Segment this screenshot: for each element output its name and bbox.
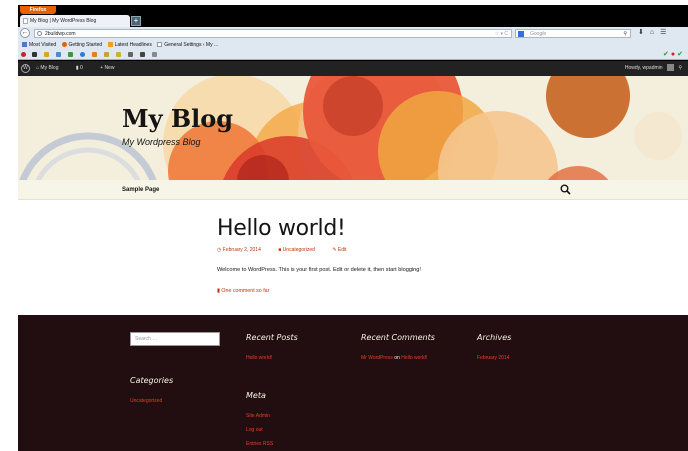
- options-icon[interactable]: [152, 52, 157, 57]
- meta-entries-rss-link[interactable]: Entries RSS: [246, 441, 273, 447]
- comment-post-link[interactable]: Hello world!: [401, 355, 427, 361]
- post-meta: ◷ February 2, 2014 ■ Uncategorized ✎ Edi…: [217, 247, 517, 253]
- bookmark-most-visited[interactable]: Most Visited: [22, 42, 56, 48]
- status-ok-icon: ✔●✔: [663, 51, 685, 58]
- block-icon[interactable]: [21, 52, 26, 57]
- back-button[interactable]: ←: [20, 28, 30, 38]
- bookmark-general-settings[interactable]: General Settings ‹ My ...: [157, 42, 218, 48]
- recent-post-link[interactable]: Hello world!: [246, 355, 272, 361]
- new-tab-button[interactable]: +: [131, 16, 141, 26]
- menu-item-sample-page[interactable]: Sample Page: [122, 180, 159, 200]
- admin-search-icon[interactable]: ⚲: [678, 65, 682, 71]
- pencil-icon[interactable]: [44, 52, 49, 57]
- recent-comment: Mr WordPress on Hello world!: [361, 355, 427, 361]
- page-icon: [23, 18, 28, 24]
- footer-search-input[interactable]: Search …: [130, 332, 220, 346]
- bookmark-latest-headlines[interactable]: Latest Headlines: [107, 42, 152, 48]
- widget-title-meta: Meta: [246, 391, 266, 400]
- widget-title-recent-comments: Recent Comments: [361, 333, 435, 342]
- navigation-bar: ← 2buildwp.com ☆ ▾ C Google ⚲ ⬇⌂☰: [18, 27, 688, 40]
- admin-site-link[interactable]: ⌂ My Blog: [36, 65, 66, 71]
- tab-title: My Blog | My WordPress Blog: [30, 18, 97, 24]
- tools-icon[interactable]: [92, 52, 97, 57]
- admin-account[interactable]: Howdy, wpadmin ⚲: [625, 61, 682, 76]
- post-content: Welcome to WordPress. This is your first…: [217, 267, 421, 273]
- post-title[interactable]: Hello world!: [217, 216, 517, 241]
- search-input[interactable]: Google ⚲: [515, 29, 631, 38]
- archive-link[interactable]: February 2014: [477, 355, 510, 361]
- widget-title-archives: Archives: [477, 333, 512, 342]
- browser-tab[interactable]: My Blog | My WordPress Blog: [20, 15, 130, 27]
- admin-new-link[interactable]: + New: [100, 65, 122, 71]
- comment-author-link[interactable]: Mr WordPress: [361, 355, 393, 361]
- avatar: [666, 64, 674, 72]
- wrench-icon[interactable]: [128, 52, 133, 57]
- site-header: My Blog My Wordpress Blog: [18, 76, 688, 180]
- widget-title-recent-posts: Recent Posts: [246, 333, 298, 342]
- pen-icon[interactable]: [104, 52, 109, 57]
- comment-icon: ▮: [217, 288, 220, 294]
- category-link[interactable]: Uncategorized: [130, 398, 162, 404]
- firefox-menu-button[interactable]: Firefox: [20, 6, 56, 14]
- home-icon[interactable]: ⌂: [650, 29, 660, 36]
- bookmarks-toolbar: Most Visited Getting Started Latest Head…: [18, 40, 688, 50]
- site-footer: Search … Recent Posts Hello world! Recen…: [18, 315, 688, 451]
- google-icon: [518, 31, 524, 37]
- image-icon[interactable]: [68, 52, 73, 57]
- meta-log-out-link[interactable]: Log out: [246, 427, 263, 433]
- info-icon[interactable]: [80, 52, 85, 57]
- meta-site-admin-link[interactable]: Site Admin: [246, 413, 270, 419]
- search-placeholder: Google: [530, 31, 547, 37]
- window-icon[interactable]: [56, 52, 61, 57]
- user-icon[interactable]: [32, 52, 37, 57]
- search-icon[interactable]: [560, 184, 571, 195]
- bar-icon[interactable]: [140, 52, 145, 57]
- addon-toolbar: ✔●✔: [18, 50, 688, 60]
- search-icon[interactable]: ⚲: [623, 30, 627, 38]
- main-navigation: Sample Page: [18, 180, 688, 200]
- download-icon[interactable]: ⬇: [638, 29, 650, 36]
- post-edit-link[interactable]: ✎ Edit: [332, 247, 354, 253]
- wordpress-logo-icon[interactable]: W: [21, 64, 30, 73]
- site-title[interactable]: My Blog: [122, 104, 233, 133]
- menu-icon[interactable]: ☰: [660, 29, 672, 36]
- web-page: My Blog My Wordpress Blog Sample Page He…: [18, 76, 688, 451]
- url-text: 2buildwp.com: [45, 31, 76, 37]
- status-error-icon: ●: [670, 51, 678, 58]
- post-comments-link[interactable]: ▮ One comment so far: [217, 288, 517, 294]
- wp-admin-bar: W ⌂ My Blog ▮ 0 + New Howdy, wpadmin ⚲: [18, 61, 688, 76]
- url-bar[interactable]: 2buildwp.com ☆ ▾ C: [34, 29, 512, 38]
- toolbar-icons: ⬇⌂☰: [638, 28, 672, 36]
- post-date-link[interactable]: ◷ February 2, 2014: [217, 247, 269, 253]
- site-description: My Wordpress Blog: [122, 137, 201, 147]
- url-controls[interactable]: ☆ ▾ C: [495, 30, 508, 38]
- widget-title-categories: Categories: [130, 376, 174, 385]
- header-circles-image: [19, 76, 682, 180]
- globe-icon: [37, 31, 42, 36]
- browser-window: Firefox My Blog | My WordPress Blog + ← …: [18, 5, 688, 451]
- post-entry: Hello world! ◷ February 2, 2014 ■ Uncate…: [217, 216, 517, 294]
- comment-on-text: on: [394, 355, 400, 361]
- bookmark-getting-started[interactable]: Getting Started: [61, 42, 102, 48]
- post-category-link[interactable]: ■ Uncategorized: [278, 247, 323, 253]
- highlighter-icon[interactable]: [116, 52, 121, 57]
- admin-comments-link[interactable]: ▮ 0: [76, 65, 91, 71]
